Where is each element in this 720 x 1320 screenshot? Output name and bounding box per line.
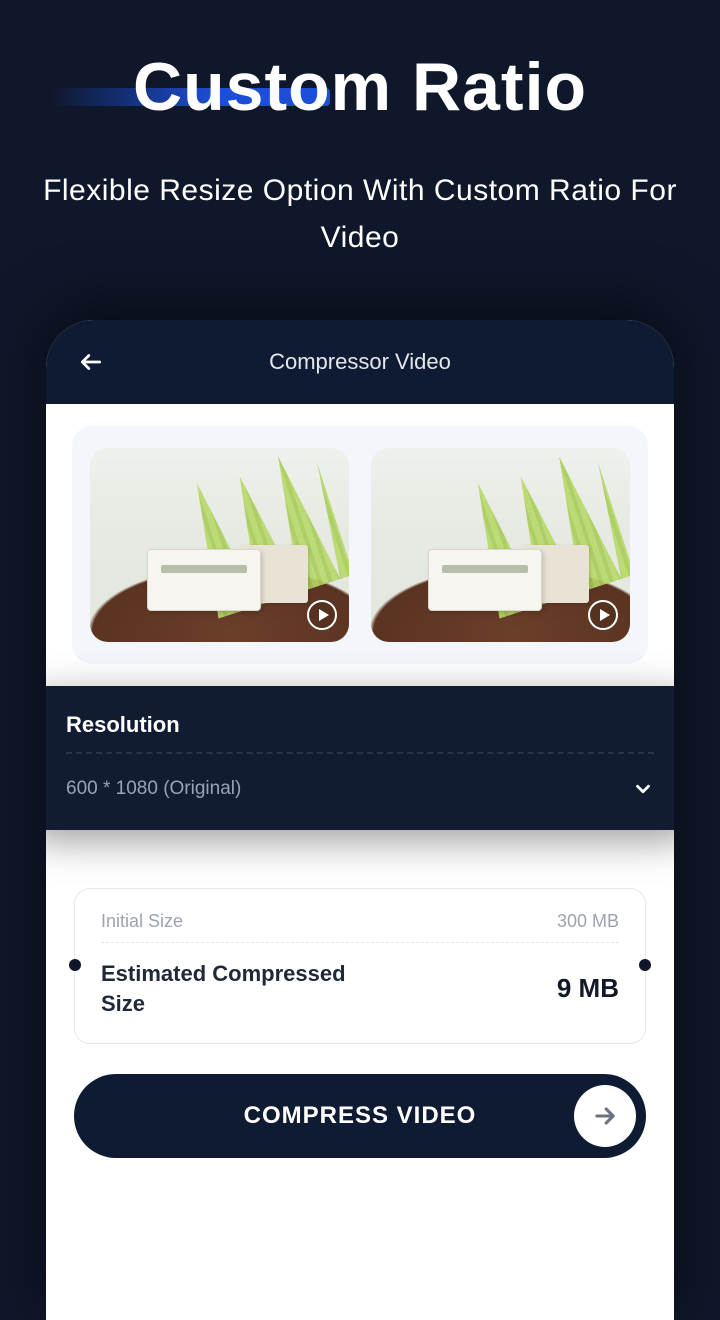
arrow-right-icon (574, 1085, 636, 1147)
resolution-value: 600 * 1080 (Original) (66, 778, 241, 800)
app-bar: Compressor Video (46, 320, 674, 404)
compress-video-button[interactable]: COMPRESS VIDEO (74, 1074, 646, 1158)
resolution-label: Resolution (66, 712, 654, 738)
estimated-size-label: Estimated Compressed Size (101, 959, 381, 1018)
promo-header: Custom Ratio Flexible Resize Option With… (0, 0, 720, 261)
slider-handle-left[interactable] (69, 959, 81, 971)
initial-size-label: Initial Size (101, 911, 183, 932)
size-card: Initial Size 300 MB Estimated Compressed… (74, 888, 646, 1043)
back-icon[interactable] (78, 349, 104, 375)
resolution-card: Resolution 600 * 1080 (Original) (46, 686, 674, 830)
video-thumbnails (72, 426, 648, 664)
video-thumbnail-1[interactable] (90, 448, 349, 642)
slider-handle-right[interactable] (639, 959, 651, 971)
appbar-title: Compressor Video (46, 349, 674, 375)
resolution-select[interactable]: 600 * 1080 (Original) (66, 778, 654, 800)
phone-frame: Compressor Video Resolution 600 * 1080 (… (46, 320, 674, 1320)
divider (66, 752, 654, 754)
video-thumbnail-2[interactable] (371, 448, 630, 642)
compress-button-label: COMPRESS VIDEO (244, 1102, 477, 1130)
chevron-down-icon (632, 778, 654, 800)
estimated-size-value: 9 MB (557, 973, 619, 1004)
initial-size-value: 300 MB (557, 911, 619, 932)
promo-subtitle: Flexible Resize Option With Custom Ratio… (0, 168, 720, 261)
promo-title: Custom Ratio (0, 48, 720, 126)
